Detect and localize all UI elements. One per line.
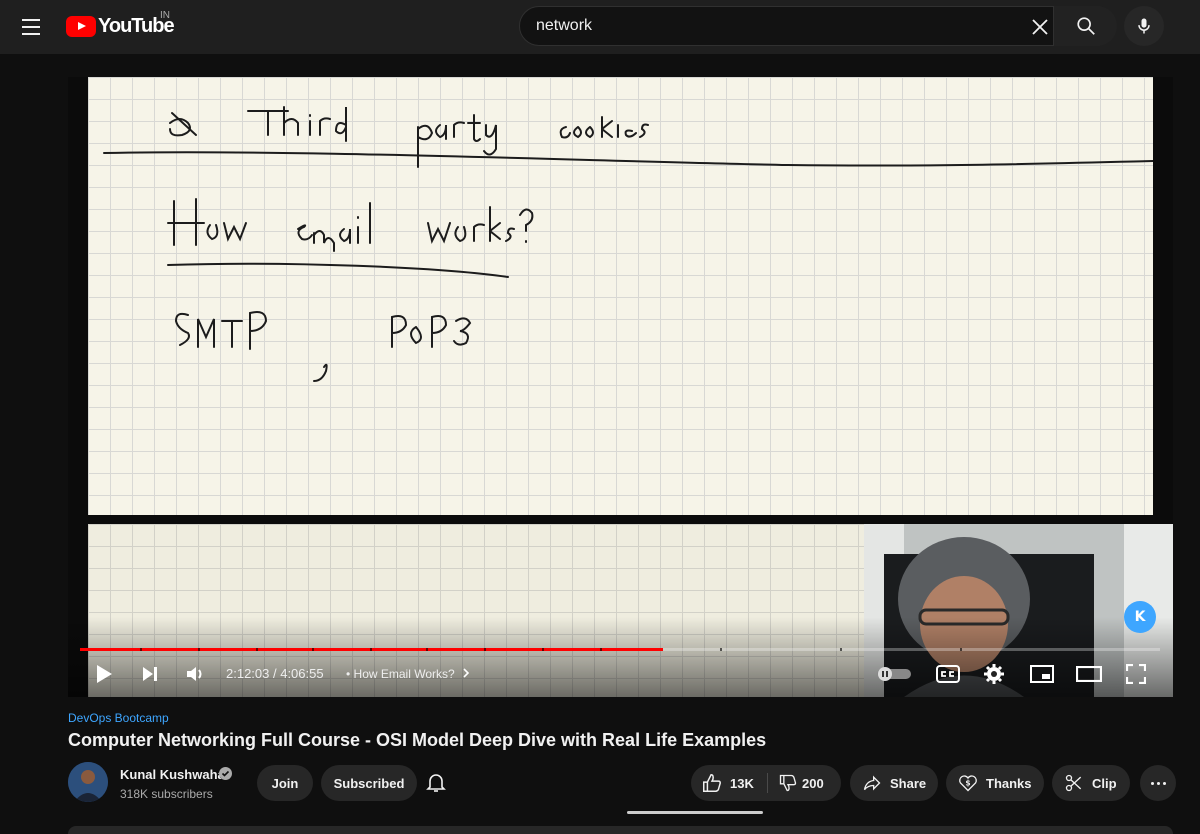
- fullscreen-button[interactable]: [1124, 662, 1148, 686]
- subscribed-button[interactable]: Subscribed: [321, 765, 417, 801]
- channel-avatar[interactable]: [68, 762, 108, 802]
- more-dots-icon: [1156, 781, 1160, 785]
- menu-icon[interactable]: [14, 10, 48, 44]
- next-icon: [143, 667, 157, 681]
- like-count: 13K: [730, 775, 754, 791]
- clip-button[interactable]: Clip: [1052, 765, 1130, 801]
- miniplayer-icon: [1030, 665, 1054, 683]
- join-button[interactable]: Join: [257, 765, 313, 801]
- chapter-marker: [960, 648, 962, 651]
- chapter-marker: [370, 648, 372, 651]
- verified-badge-icon: [219, 767, 232, 780]
- fullscreen-icon: [1126, 664, 1146, 684]
- chapter-marker: [426, 648, 428, 651]
- chapter-marker: [484, 648, 486, 651]
- captions-button[interactable]: [934, 662, 962, 686]
- chapter-separator: •: [346, 667, 351, 681]
- chapter-marker: [256, 648, 258, 651]
- super-thanks-icon: $: [959, 775, 977, 792]
- thanks-button[interactable]: $ Thanks: [946, 765, 1044, 801]
- thumbs-down-icon: [779, 774, 797, 792]
- share-button[interactable]: Share: [850, 765, 938, 801]
- subscriber-count: 318K subscribers: [120, 787, 213, 801]
- chapter-marker: [840, 648, 842, 651]
- captions-icon: [936, 665, 960, 683]
- theater-mode-button[interactable]: [1074, 662, 1104, 686]
- settings-icon: [984, 664, 1004, 684]
- chapter-link[interactable]: • How Email Works?: [346, 667, 471, 681]
- search-button[interactable]: [1053, 6, 1117, 46]
- more-dots-icon: [1150, 781, 1154, 785]
- video-player[interactable]: K 2:12:03 / 4:06:55 • How Email Works?: [68, 77, 1173, 697]
- search-input[interactable]: [536, 7, 1016, 45]
- channel-name[interactable]: Kunal Kushwaha: [120, 767, 225, 782]
- notification-bell-icon[interactable]: [424, 770, 448, 794]
- scroll-indicator: [627, 811, 763, 814]
- autoplay-toggle[interactable]: [876, 662, 912, 686]
- settings-button[interactable]: [980, 662, 1008, 686]
- masthead: YouTube IN: [0, 0, 1200, 54]
- chapter-marker: [542, 648, 544, 651]
- dislike-button[interactable]: 200: [768, 765, 841, 801]
- thumbs-up-icon: [703, 774, 721, 792]
- description-panel-edge: [68, 826, 1173, 834]
- chapter-marker: [198, 648, 200, 651]
- chapter-marker: [720, 648, 722, 651]
- subscribed-label: Subscribed: [333, 775, 405, 791]
- youtube-play-icon: [66, 15, 96, 37]
- youtube-logo[interactable]: YouTube: [66, 12, 175, 40]
- channel-watermark[interactable]: K: [1124, 601, 1156, 633]
- thanks-label: Thanks: [986, 775, 1032, 791]
- chapter-marker: [312, 648, 314, 651]
- play-icon: [97, 665, 112, 683]
- like-button[interactable]: 13K: [691, 765, 767, 801]
- next-button[interactable]: [138, 662, 162, 686]
- like-dislike-group: 13K 200: [691, 765, 841, 801]
- handwritten-notes: [103, 106, 1153, 382]
- progress-bar[interactable]: [80, 648, 1160, 651]
- time-display: 2:12:03 / 4:06:55: [226, 666, 324, 681]
- clip-label: Clip: [1092, 775, 1117, 791]
- play-button[interactable]: [92, 662, 116, 686]
- mic-icon: [1138, 18, 1150, 34]
- search-box: [519, 6, 1117, 46]
- playlist-link[interactable]: DevOps Bootcamp: [68, 711, 169, 725]
- volume-icon: [187, 667, 202, 681]
- share-label: Share: [890, 775, 927, 791]
- volume-button[interactable]: [184, 662, 208, 686]
- chapter-marker: [600, 648, 602, 651]
- voice-search-button[interactable]: [1124, 6, 1164, 46]
- theater-icon: [1076, 666, 1102, 682]
- dislike-count: 200: [802, 775, 824, 791]
- search-icon: [1076, 17, 1095, 35]
- join-label: Join: [271, 775, 299, 791]
- chapter-title: How Email Works?: [353, 667, 455, 681]
- miniplayer-button[interactable]: [1028, 662, 1056, 686]
- chevron-right-icon: [463, 668, 470, 678]
- svg-text:$: $: [965, 779, 970, 788]
- video-title: Computer Networking Full Course - OSI Mo…: [68, 730, 767, 750]
- chapter-marker: [140, 648, 142, 651]
- whiteboard-frame: [88, 77, 1153, 515]
- share-icon: [863, 775, 881, 791]
- scissors-icon: [1065, 774, 1082, 792]
- autoplay-toggle-icon: [877, 667, 911, 681]
- more-dots-icon: [1162, 781, 1166, 785]
- more-actions-button[interactable]: [1140, 765, 1176, 801]
- search-clear-icon[interactable]: [1028, 15, 1052, 39]
- country-code: IN: [160, 10, 170, 21]
